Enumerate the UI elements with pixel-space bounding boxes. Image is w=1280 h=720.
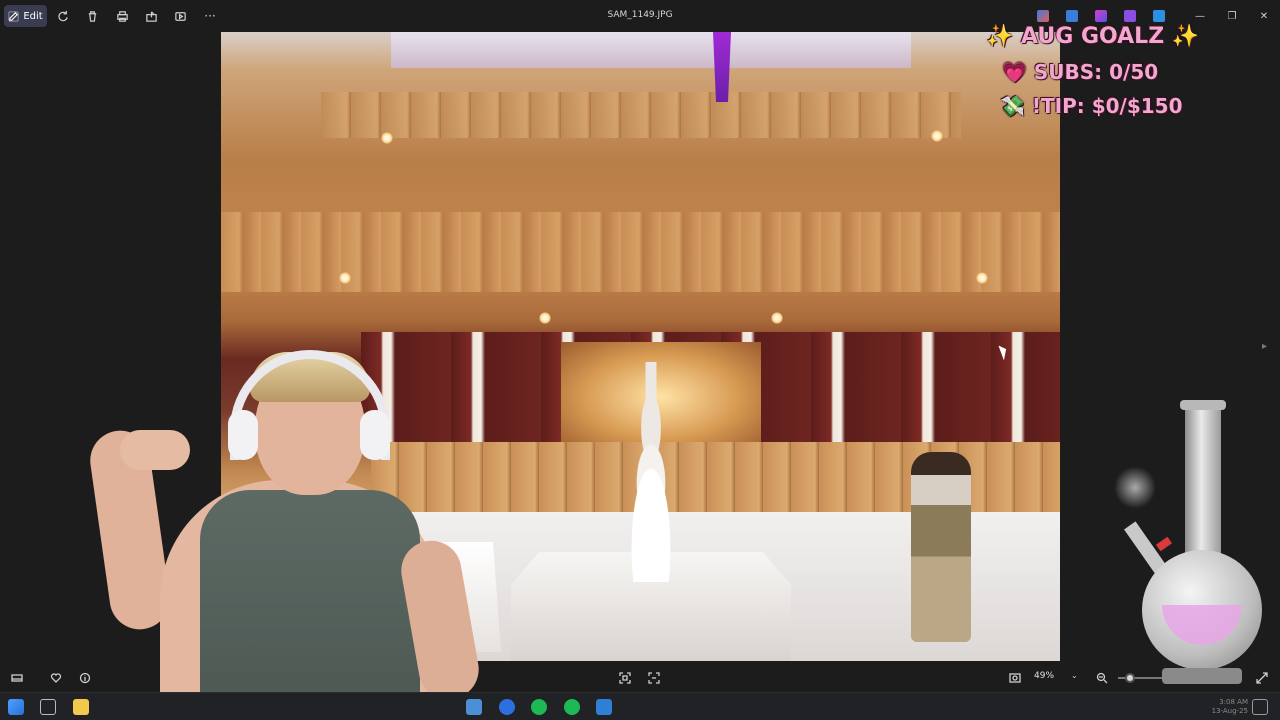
windows-taskbar: 3:08 AM 13-Aug-25 [0,692,1280,720]
taskbar-clock[interactable]: 3:08 AM 13-Aug-25 [1198,698,1248,716]
edit-label: Edit [23,10,43,22]
photo-lamp [339,272,351,284]
webcam-feed [90,340,480,692]
bong-tube [1185,405,1221,570]
photo-ceiling [391,32,911,68]
notifications-icon[interactable] [1252,699,1268,715]
video-editor-icon[interactable] [1124,10,1136,22]
start-icon[interactable] [8,699,24,715]
favorite-icon[interactable] [49,671,63,685]
goals-title: ✨ AUG GOALZ ✨ [986,24,1200,49]
rotate-icon[interactable] [55,8,71,24]
more-icon[interactable]: ··· [202,8,218,24]
slideshow-icon[interactable] [172,8,188,24]
clipchamp-icon[interactable] [1095,10,1107,22]
share-icon[interactable] [143,8,159,24]
photo-fountain [606,362,696,582]
clock-time: 3:08 AM [1219,698,1248,706]
subs-goal: 💗 SUBS: 0/50 [1002,60,1159,84]
close-button[interactable]: ✕ [1256,8,1272,24]
maximize-button[interactable]: ❐ [1224,8,1240,24]
copilot-icon[interactable] [1037,10,1049,22]
photo-lamp [771,312,783,324]
bong-overlay-graphic [1110,400,1262,692]
webcam-person-hand [120,430,190,470]
print-icon[interactable] [114,8,130,24]
bong-base [1162,668,1242,684]
task-view-icon[interactable] [40,699,56,715]
webcam-person-top [200,490,420,692]
minimize-button[interactable]: — [1192,8,1208,24]
tip-goal: 💸 !TIP: $0/$150 [1000,94,1183,118]
headphone-ear-right [360,410,390,460]
photo-lamp [976,272,988,284]
smoke-graphic [1115,465,1155,510]
fit-screen-icon[interactable] [1008,671,1022,685]
spotify-icon[interactable] [564,699,580,715]
photo-lamp [931,130,943,142]
zoom-out-icon[interactable] [1095,671,1109,685]
photo-person [911,452,971,642]
headphone-ear-left [228,410,258,460]
onedrive-icon[interactable] [1153,10,1165,22]
next-image-arrow[interactable]: ▸ [1262,341,1267,352]
delete-icon[interactable] [84,8,100,24]
designer-icon[interactable] [1066,10,1078,22]
spotify-icon[interactable] [531,699,547,715]
edit-button[interactable]: Edit [4,5,47,27]
edit-icon [8,11,19,21]
photo-lamp [381,132,393,144]
app-icon[interactable] [466,699,482,715]
clock-date: 13-Aug-25 [1211,707,1248,715]
zoom-dropdown-icon[interactable]: ⌄ [1071,671,1078,680]
file-explorer-icon[interactable] [73,699,89,715]
photo-lamp [539,312,551,324]
filmstrip-icon[interactable] [10,671,24,685]
file-title: SAM_1149.JPG [607,10,673,20]
photo-upper-balcony [321,92,961,138]
bong-stem-band [1155,536,1173,552]
visual-search-icon[interactable] [647,671,661,685]
crop-icon[interactable] [618,671,632,685]
photos-app-window: Edit ··· SAM_1149.JPG — ❐ ✕ ▸ ✨ AUG GOAL… [0,0,1280,692]
photos-app-icon[interactable] [596,699,612,715]
bong-lip [1180,400,1226,410]
app-icon[interactable] [499,699,515,715]
